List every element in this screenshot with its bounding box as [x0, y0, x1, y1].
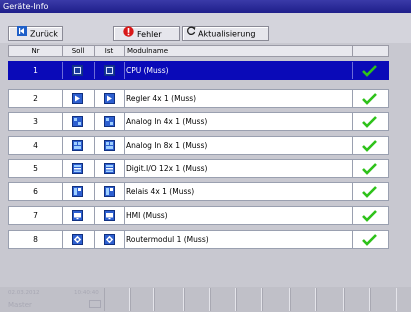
router-module-icon	[104, 234, 115, 245]
table-row[interactable]: 6 Relais 4x 1 (Muss)	[8, 182, 389, 201]
row-module-name: HMI (Muss)	[126, 211, 168, 220]
regler-module-icon	[104, 93, 115, 104]
row-module-name: CPU (Muss)	[126, 66, 169, 75]
softkey-1[interactable]	[104, 288, 130, 311]
table-row[interactable]: 7 HMI (Muss)	[8, 206, 389, 225]
row-module-name: Regler 4x 1 (Muss)	[126, 94, 197, 103]
softkey-5[interactable]	[210, 288, 236, 311]
row-nr: 5	[33, 164, 38, 173]
checkmark-icon	[362, 116, 377, 128]
row-module-name: Digit.I/O 12x 1 (Muss)	[126, 164, 208, 173]
softkey-6[interactable]	[236, 288, 262, 311]
header-soll: Soll	[71, 47, 85, 55]
row-module-name: Analog In 8x 1 (Muss)	[126, 141, 208, 150]
window-title: Geräte-Info	[0, 0, 411, 13]
header-nr: Nr	[31, 47, 40, 55]
checkmark-icon	[362, 140, 377, 152]
softkey-11[interactable]	[370, 288, 397, 311]
row-nr: 3	[33, 117, 38, 126]
cpu-module-icon	[104, 65, 115, 76]
row-module-name: Routermodul 1 (Muss)	[126, 235, 209, 244]
softkey-2[interactable]	[130, 288, 154, 311]
hmi-module-icon	[72, 210, 83, 221]
cpu-module-icon	[72, 65, 83, 76]
hmi-module-icon	[104, 210, 115, 221]
analog-in-module-icon	[72, 116, 83, 127]
checkmark-icon	[362, 234, 377, 246]
row-nr: 6	[33, 187, 38, 196]
back-label: Zurück	[30, 29, 58, 39]
analog-in-module-icon	[104, 140, 115, 151]
row-module-name: Analog In 4x 1 (Muss)	[126, 117, 208, 126]
table-row[interactable]: 3 Analog In 4x 1 (Muss)	[8, 112, 389, 131]
analog-in-module-icon	[104, 116, 115, 127]
checkmark-icon	[362, 186, 377, 198]
softkey-9[interactable]	[316, 288, 344, 311]
relay-module-icon	[72, 186, 83, 197]
status-user: Master	[8, 301, 32, 309]
softkey-8[interactable]	[290, 288, 316, 311]
row-nr: 2	[33, 94, 38, 103]
row-nr: 1	[33, 66, 38, 75]
refresh-icon	[186, 26, 196, 40]
toolbar: Zurück Fehler Aktualisierung	[0, 13, 411, 43]
error-icon	[123, 26, 134, 41]
digital-io-module-icon	[72, 163, 83, 174]
error-label: Fehler	[137, 30, 162, 39]
status-bar: 02.03.2012 10:40:40 Master	[0, 287, 411, 312]
router-module-icon	[72, 234, 83, 245]
checkmark-icon	[362, 210, 377, 222]
regler-module-icon	[72, 93, 83, 104]
table-header: Nr Soll Ist Modulname	[8, 45, 389, 57]
checkmark-icon	[362, 65, 377, 77]
softkey-7[interactable]	[262, 288, 290, 311]
row-module-name: Relais 4x 1 (Muss)	[126, 187, 195, 196]
row-nr: 8	[33, 235, 38, 244]
table-row[interactable]: 8 Routermodul 1 (Muss)	[8, 230, 389, 249]
refresh-button[interactable]: Aktualisierung	[182, 26, 269, 41]
table-row[interactable]: 5 Digit.I/O 12x 1 (Muss)	[8, 159, 389, 178]
checkmark-icon	[362, 93, 377, 105]
row-nr: 4	[33, 141, 38, 150]
refresh-label: Aktualisierung	[198, 29, 256, 39]
table-row[interactable]: 4 Analog In 8x 1 (Muss)	[8, 136, 389, 155]
error-button[interactable]: Fehler	[113, 26, 180, 41]
relay-module-icon	[104, 186, 115, 197]
checkmark-icon	[362, 163, 377, 175]
status-time: 10:40:40	[74, 290, 99, 296]
softkey-4[interactable]	[184, 288, 210, 311]
table-row[interactable]: 1 CPU (Muss)	[8, 61, 389, 80]
row-nr: 7	[33, 211, 38, 220]
back-button[interactable]: Zurück	[8, 26, 63, 41]
digital-io-module-icon	[104, 163, 115, 174]
header-ist: Ist	[104, 47, 114, 55]
keyboard-icon	[89, 300, 101, 310]
back-arrow-icon	[17, 26, 27, 40]
header-module-name: Modulname	[127, 47, 168, 55]
analog-in-module-icon	[72, 140, 83, 151]
table-row[interactable]: 2 Regler 4x 1 (Muss)	[8, 89, 389, 108]
status-date: 02.03.2012	[8, 290, 40, 296]
softkey-10[interactable]	[344, 288, 370, 311]
softkey-3[interactable]	[154, 288, 184, 311]
